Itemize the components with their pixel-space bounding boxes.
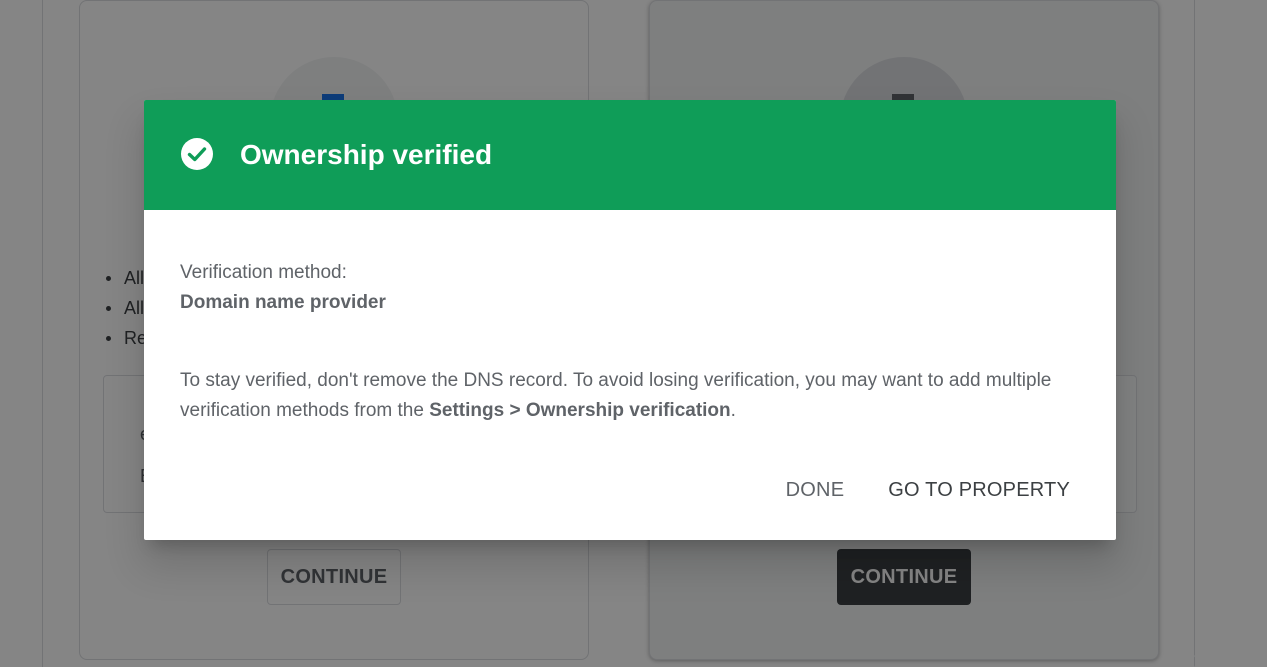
method-label: Verification method: bbox=[180, 262, 347, 283]
dialog-header: Ownership verified bbox=[144, 100, 1116, 210]
dialog-actions: DONE GO TO PROPERTY bbox=[776, 470, 1080, 510]
method-value: Domain name provider bbox=[180, 292, 386, 313]
note-suffix: . bbox=[730, 400, 736, 421]
verification-method: Verification method: Domain name provide… bbox=[180, 258, 1080, 318]
dialog-title: Ownership verified bbox=[240, 139, 493, 170]
verification-note: To stay verified, don't remove the DNS r… bbox=[180, 366, 1080, 426]
check-circle-icon bbox=[181, 138, 213, 170]
settings-path: Settings > Ownership verification bbox=[429, 400, 731, 421]
ownership-verified-dialog: Ownership verified Verification method: … bbox=[144, 100, 1116, 540]
go-to-property-button[interactable]: GO TO PROPERTY bbox=[878, 471, 1080, 510]
done-button[interactable]: DONE bbox=[776, 471, 855, 510]
